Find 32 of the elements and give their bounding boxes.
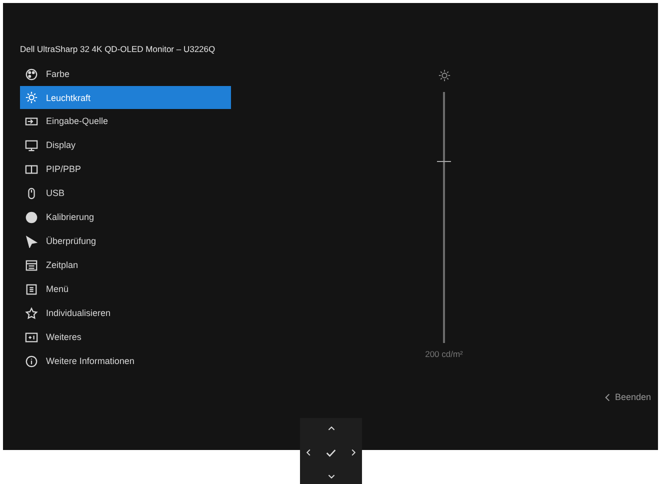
window-title: Dell UltraSharp 32 4K QD-OLED Monitor – U3226Q	[20, 44, 216, 56]
pointer-icon	[25, 234, 38, 248]
input-icon	[25, 114, 38, 128]
menu-item[interactable]: Menü	[20, 277, 231, 301]
sun-icon	[438, 69, 450, 82]
brightness-reading: 200 cd/m²	[425, 349, 463, 359]
palette-icon	[25, 68, 38, 80]
menu-item[interactable]: Leuchtkraft	[20, 86, 231, 109]
star-icon	[25, 306, 38, 320]
check-icon[interactable]	[326, 448, 336, 456]
menu-item[interactable]: Individualisieren	[20, 301, 231, 325]
menu-item[interactable]: PIP/PBP	[20, 157, 231, 181]
menu-item[interactable]: USB	[20, 181, 231, 205]
chevron-left-icon	[604, 392, 610, 402]
exit-button[interactable]: Beenden	[604, 392, 651, 402]
split-screen-icon	[25, 162, 38, 176]
grid-icon	[25, 330, 38, 344]
sun-icon	[25, 91, 38, 104]
menu-item[interactable]: Eingabe-Quelle	[20, 109, 231, 133]
menu-item[interactable]: Kalibrierung	[20, 205, 231, 229]
info-icon	[25, 354, 38, 368]
circle-icon	[25, 210, 38, 224]
calendar-icon	[25, 258, 38, 272]
menu-item[interactable]: Display	[20, 133, 231, 157]
menu-item[interactable]: Weitere Informationen	[20, 349, 231, 373]
menu-item[interactable]: Überprüfung	[20, 229, 231, 253]
menu-icon	[25, 282, 38, 296]
menu-item[interactable]: Weiteres	[20, 325, 231, 349]
menu-item[interactable]: Zeitplan	[20, 253, 231, 277]
mouse-icon	[25, 186, 38, 200]
monitor-icon	[25, 138, 38, 152]
menu-item[interactable]: Farbe	[20, 62, 231, 86]
